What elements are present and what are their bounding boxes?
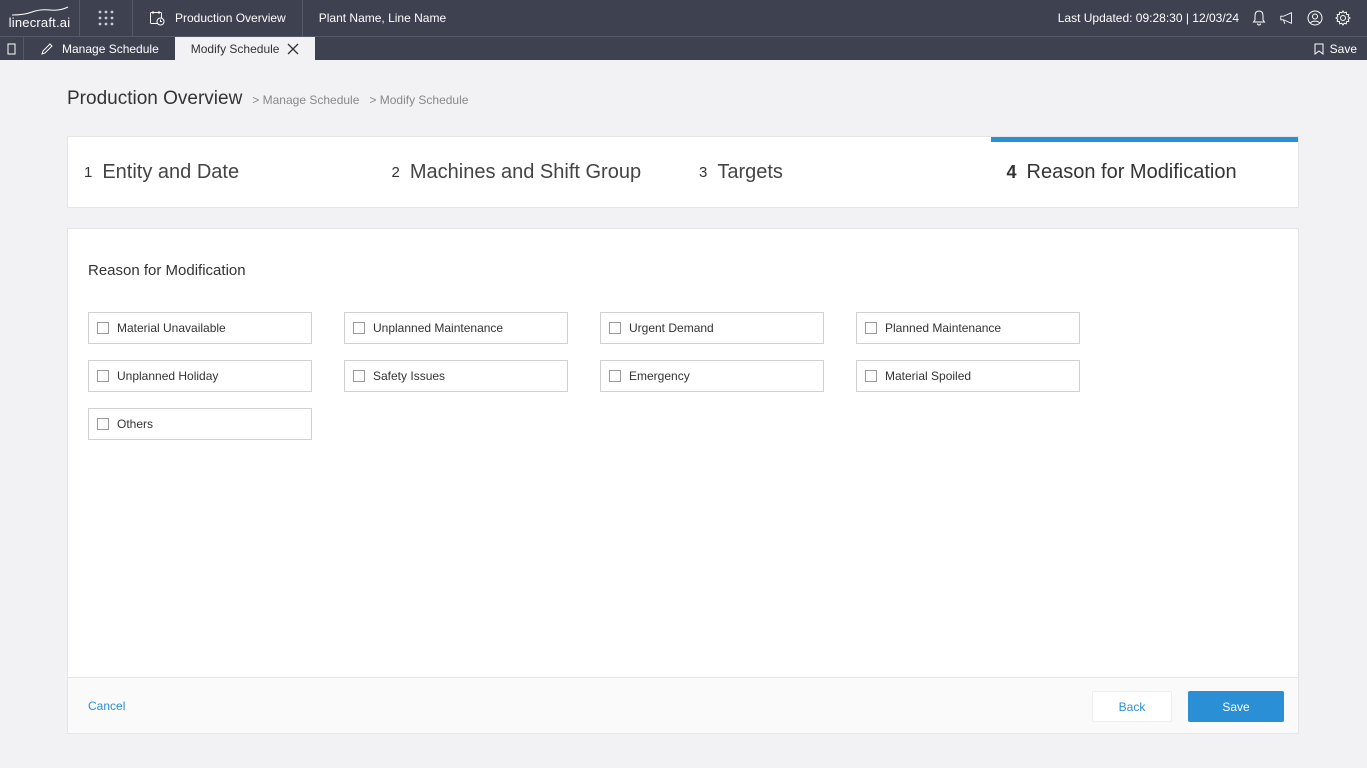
checkbox[interactable] [97,370,109,382]
reason-option-safety-issues[interactable]: Safety Issues [344,360,568,392]
step-number: 1 [84,163,93,181]
checkbox[interactable] [865,322,877,334]
megaphone-icon[interactable] [1279,10,1295,26]
form-footer: Cancel Back Save [68,677,1298,733]
option-label: Material Unavailable [117,321,226,335]
step-label: Reason for Modification [1026,160,1237,183]
module-selector[interactable]: Production Overview [133,0,303,36]
step-machines-and-shift-group[interactable]: 2 Machines and Shift Group [376,137,684,207]
gear-icon[interactable] [1335,10,1351,26]
save-button[interactable]: Save [1188,691,1284,722]
calendar-clock-icon [150,11,165,26]
module-title: Production Overview [175,11,286,25]
reason-option-others[interactable]: Others [88,408,312,440]
logo-wave-icon [11,6,69,16]
checkbox[interactable] [609,322,621,334]
bell-icon[interactable] [1251,10,1267,26]
reason-option-material-unavailable[interactable]: Material Unavailable [88,312,312,344]
last-updated: Last Updated: 09:28:30 | 12/03/24 [1057,11,1239,25]
reason-option-emergency[interactable]: Emergency [600,360,824,392]
logo-text: linecraft.ai [8,14,71,30]
checkbox[interactable] [353,322,365,334]
reason-option-unplanned-holiday[interactable]: Unplanned Holiday [88,360,312,392]
option-label: Urgent Demand [629,321,714,335]
reason-option-urgent-demand[interactable]: Urgent Demand [600,312,824,344]
page-title: Production Overview [67,88,243,109]
step-entity-and-date[interactable]: 1 Entity and Date [68,137,376,207]
tab-label: Manage Schedule [62,41,159,56]
copy-icon [7,43,15,54]
pencil-icon [41,42,53,55]
back-button[interactable]: Back [1092,691,1172,722]
app-launcher-button[interactable] [80,0,133,36]
tab-bar: Manage Schedule Modify Schedule Save [0,36,1367,60]
checkbox[interactable] [865,370,877,382]
reason-option-unplanned-maintenance[interactable]: Unplanned Maintenance [344,312,568,344]
breadcrumb-modify-schedule[interactable]: > Modify Schedule [369,93,468,107]
step-number: 2 [391,163,400,181]
option-label: Unplanned Holiday [117,369,219,383]
breadcrumb: Production Overview > Manage Schedule > … [67,88,468,110]
option-label: Emergency [629,369,690,383]
save-view-button[interactable]: Save [1314,42,1367,56]
grid-icon [98,10,114,26]
option-label: Planned Maintenance [885,321,1002,335]
checkbox[interactable] [97,322,109,334]
step-number: 3 [699,163,708,181]
cancel-button[interactable]: Cancel [88,699,125,713]
checkbox[interactable] [609,370,621,382]
option-label: Safety Issues [373,369,446,383]
tab-manage-schedule[interactable]: Manage Schedule [24,37,175,60]
bookmarks-toggle[interactable] [0,37,24,60]
step-label: Machines and Shift Group [409,160,642,183]
option-label: Material Spoiled [885,369,972,383]
bookmark-icon [1314,43,1324,55]
step-reason-for-modification[interactable]: 4 Reason for Modification [990,137,1299,207]
step-label: Targets [717,160,783,183]
top-bar: linecraft.ai Production Overview Plant N… [0,0,1367,36]
option-label: Others [117,417,154,431]
step-label: Entity and Date [102,160,240,183]
step-number: 4 [1006,161,1017,182]
reason-option-material-spoiled[interactable]: Material Spoiled [856,360,1080,392]
checkbox[interactable] [353,370,365,382]
step-targets[interactable]: 3 Targets [683,137,991,207]
progress-stepper: 1 Entity and Date 2 Machines and Shift G… [67,136,1299,208]
tab-label: Modify Schedule [190,41,280,56]
user-profile-icon[interactable] [1307,10,1323,26]
close-icon[interactable] [287,43,299,55]
plant-line-selector[interactable]: Plant Name, Line Name [303,11,446,25]
reason-form-card: Reason for Modification Material Unavail… [67,228,1299,734]
tab-modify-schedule[interactable]: Modify Schedule [174,37,316,60]
checkbox[interactable] [97,418,109,430]
option-label: Unplanned Maintenance [373,321,504,335]
form-title: Reason for Modification [88,262,246,279]
breadcrumb-manage-schedule[interactable]: > Manage Schedule [252,93,359,107]
save-view-label: Save [1329,41,1357,56]
reason-option-planned-maintenance[interactable]: Planned Maintenance [856,312,1080,344]
app-logo[interactable]: linecraft.ai [0,0,80,36]
